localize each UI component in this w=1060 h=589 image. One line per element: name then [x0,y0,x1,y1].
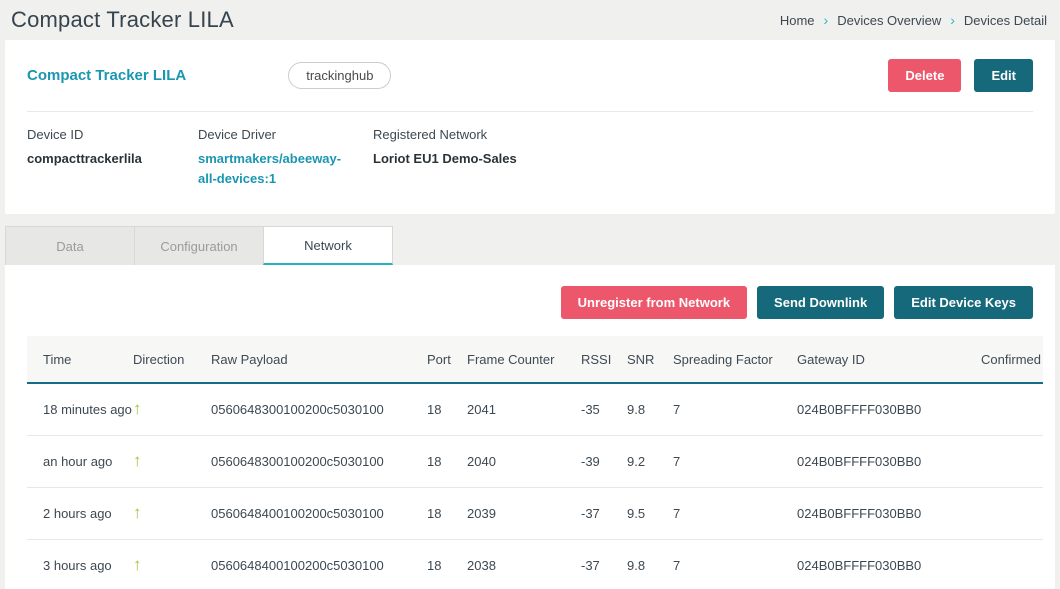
cell-confirmed [952,435,1043,487]
cell-time: an hour ago [27,435,133,487]
field-device-driver: Device Driver smartmakers/abeeway-all-de… [198,127,373,188]
breadcrumb: Home › Devices Overview › Devices Detail [780,13,1047,28]
cell-spreading-factor: 7 [673,435,797,487]
chevron-right-icon: › [950,13,955,27]
col-confirmed: Confirmed [952,336,1043,383]
device-card-title: Compact Tracker LILA [27,67,186,84]
col-spreading-factor: Spreading Factor [673,336,797,383]
device-fields: Device ID compacttrackerlila Device Driv… [5,112,1055,214]
network-panel: Unregister from Network Send Downlink Ed… [5,265,1055,589]
cell-rssi: -39 [581,435,627,487]
cell-direction: ↑ [133,383,211,435]
cell-snr: 9.2 [627,435,673,487]
tab-network[interactable]: Network [263,226,393,265]
top-bar: Compact Tracker LILA Home › Devices Over… [5,0,1055,40]
table-row: an hour ago ↑ 0560648300100200c5030100 1… [27,435,1043,487]
device-card-header: Compact Tracker LILA trackinghub Delete … [5,40,1055,111]
unregister-from-network-button[interactable]: Unregister from Network [561,286,747,319]
cell-confirmed [952,487,1043,539]
cell-spreading-factor: 7 [673,539,797,589]
cell-spreading-factor: 7 [673,487,797,539]
direction-up-icon: ↑ [133,503,142,522]
cell-gateway-id: 024B0BFFFF030BB0 [797,435,952,487]
tab-bar: Data Configuration Network [5,226,1055,265]
cell-port: 18 [427,539,467,589]
cell-snr: 9.5 [627,487,673,539]
device-id-value: compacttrackerlila [27,149,198,169]
cell-time: 18 minutes ago [27,383,133,435]
device-card: Compact Tracker LILA trackinghub Delete … [5,40,1055,214]
cell-raw-payload: 0560648400100200c5030100 [211,487,427,539]
cell-port: 18 [427,383,467,435]
edit-device-keys-button[interactable]: Edit Device Keys [894,286,1033,319]
cell-direction: ↑ [133,539,211,589]
table-row: 2 hours ago ↑ 0560648400100200c5030100 1… [27,487,1043,539]
cell-raw-payload: 0560648300100200c5030100 [211,435,427,487]
breadcrumb-home[interactable]: Home [780,13,815,28]
cell-time: 2 hours ago [27,487,133,539]
col-direction: Direction [133,336,211,383]
breadcrumb-devices-overview[interactable]: Devices Overview [837,13,941,28]
cell-raw-payload: 0560648300100200c5030100 [211,383,427,435]
cell-rssi: -35 [581,383,627,435]
field-device-id: Device ID compacttrackerlila [27,127,198,188]
cell-rssi: -37 [581,487,627,539]
registered-network-value: Loriot EU1 Demo-Sales [373,149,517,169]
cell-port: 18 [427,435,467,487]
field-label: Device Driver [198,127,373,142]
cell-frame-counter: 2039 [467,487,581,539]
cell-gateway-id: 024B0BFFFF030BB0 [797,383,952,435]
cell-snr: 9.8 [627,539,673,589]
page-title: Compact Tracker LILA [11,7,234,33]
cell-direction: ↑ [133,435,211,487]
uplink-table: Time Direction Raw Payload Port Frame Co… [27,336,1043,589]
table-row: 3 hours ago ↑ 0560648400100200c5030100 1… [27,539,1043,589]
device-driver-link[interactable]: smartmakers/abeeway-all-devices:1 [198,149,358,188]
device-tag-chip: trackinghub [288,62,391,89]
cell-direction: ↑ [133,487,211,539]
cell-time: 3 hours ago [27,539,133,589]
network-actions: Unregister from Network Send Downlink Ed… [5,265,1055,319]
col-snr: SNR [627,336,673,383]
cell-rssi: -37 [581,539,627,589]
direction-up-icon: ↑ [133,451,142,470]
col-raw-payload: Raw Payload [211,336,427,383]
page: Compact Tracker LILA Home › Devices Over… [0,0,1060,589]
uplink-table-header: Time Direction Raw Payload Port Frame Co… [27,336,1043,383]
direction-up-icon: ↑ [133,399,142,418]
col-frame-counter: Frame Counter [467,336,581,383]
cell-snr: 9.8 [627,383,673,435]
cell-port: 18 [427,487,467,539]
field-registered-network: Registered Network Loriot EU1 Demo-Sales [373,127,517,188]
cell-raw-payload: 0560648400100200c5030100 [211,539,427,589]
field-label: Device ID [27,127,198,142]
col-gateway-id: Gateway ID [797,336,952,383]
edit-button[interactable]: Edit [974,59,1033,92]
cell-frame-counter: 2040 [467,435,581,487]
direction-up-icon: ↑ [133,555,142,574]
breadcrumb-devices-detail: Devices Detail [964,13,1047,28]
cell-confirmed [952,383,1043,435]
chevron-right-icon: › [824,13,829,27]
col-rssi: RSSI [581,336,627,383]
cell-confirmed [952,539,1043,589]
tab-configuration[interactable]: Configuration [134,226,264,265]
tab-data[interactable]: Data [5,226,135,265]
send-downlink-button[interactable]: Send Downlink [757,286,884,319]
table-row: 18 minutes ago ↑ 0560648300100200c503010… [27,383,1043,435]
cell-frame-counter: 2041 [467,383,581,435]
cell-gateway-id: 024B0BFFFF030BB0 [797,487,952,539]
col-port: Port [427,336,467,383]
delete-button[interactable]: Delete [888,59,961,92]
col-time: Time [27,336,133,383]
field-label: Registered Network [373,127,517,142]
cell-spreading-factor: 7 [673,383,797,435]
cell-gateway-id: 024B0BFFFF030BB0 [797,539,952,589]
cell-frame-counter: 2038 [467,539,581,589]
